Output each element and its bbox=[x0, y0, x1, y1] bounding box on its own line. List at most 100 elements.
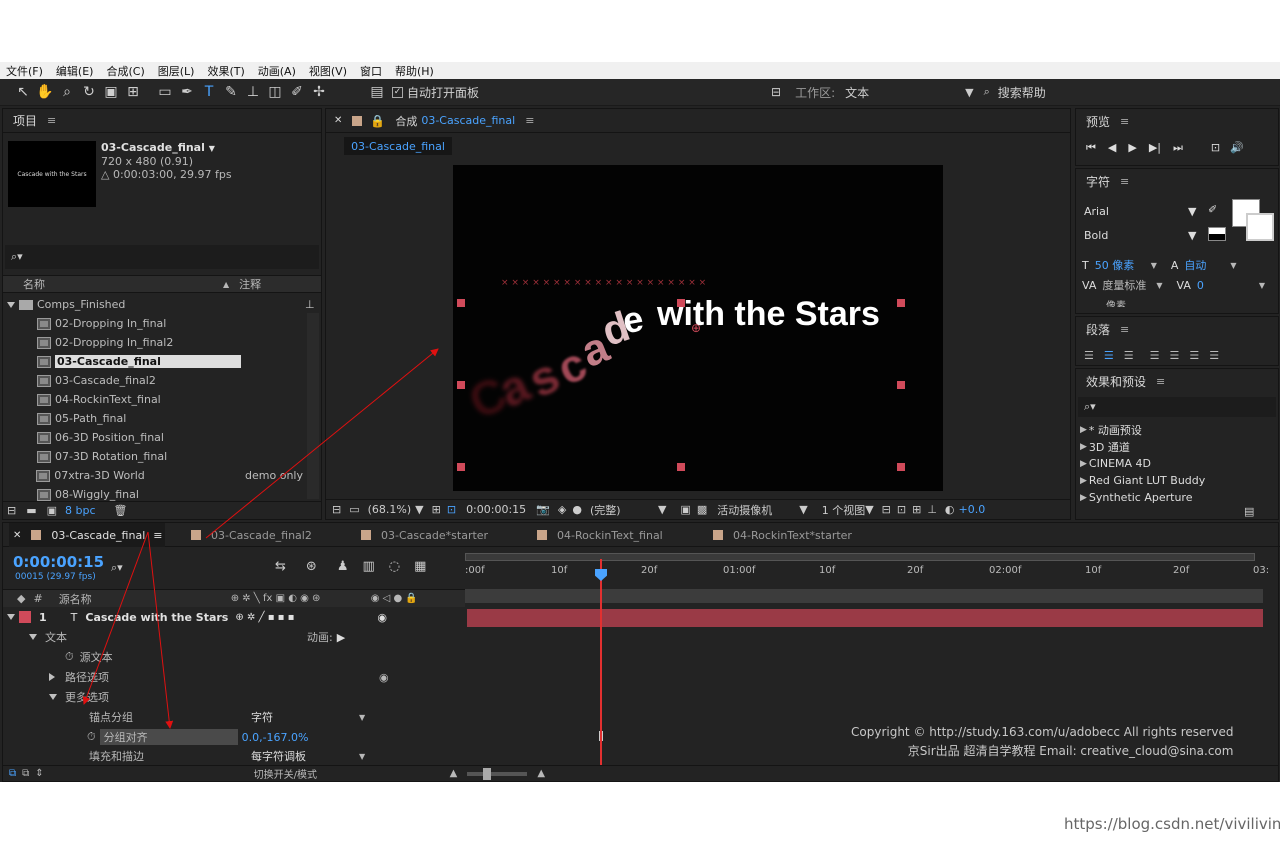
menu-view[interactable]: 视图(V) bbox=[309, 63, 347, 79]
stroke-color-swatch[interactable] bbox=[1246, 213, 1274, 241]
paragraph-title[interactable]: 段落 bbox=[1086, 321, 1110, 338]
folder-row[interactable]: Comps_Finished ⊥ bbox=[3, 295, 321, 314]
views-dropdown[interactable]: 1 个视图 bbox=[822, 502, 866, 518]
transparency-icon[interactable]: ▩ bbox=[697, 503, 707, 516]
col-comment[interactable]: 注释 bbox=[239, 276, 261, 292]
timeline-tab[interactable]: 04-RockinText*starter bbox=[713, 523, 852, 547]
exposure-icon[interactable]: ◐ bbox=[945, 503, 955, 516]
leading-value[interactable]: 自动 bbox=[1184, 257, 1230, 273]
anchor-group-dropdown[interactable]: 字符 bbox=[251, 709, 359, 725]
panel-menu-icon[interactable]: ≡ bbox=[1120, 323, 1129, 336]
project-item[interactable]: 04-RockinText_final bbox=[3, 390, 303, 409]
project-title[interactable]: 项目 bbox=[13, 112, 37, 129]
selection-tool-icon[interactable]: ↖ bbox=[12, 81, 34, 103]
frame-blend-icon[interactable]: ▥ bbox=[362, 559, 374, 574]
pan-behind-tool-icon[interactable]: ⊞ bbox=[122, 81, 144, 103]
chevron-down-icon[interactable]: ▼ bbox=[359, 713, 365, 722]
pen-tool-icon[interactable]: ✒ bbox=[176, 81, 198, 103]
chevron-down-icon[interactable]: ▼ bbox=[359, 752, 365, 761]
bbox-handle[interactable] bbox=[897, 463, 905, 471]
layer-switches[interactable]: ⊕ ✲ ╱ ▪ ▪ ▪ bbox=[235, 612, 377, 623]
search-help-label[interactable]: 搜索帮助 bbox=[998, 84, 1046, 101]
zoom-slider-knob[interactable] bbox=[483, 767, 492, 780]
workspace-dropdown[interactable]: 文本 bbox=[845, 84, 965, 101]
stroke-width-value[interactable]: 像素 bbox=[1106, 297, 1126, 307]
exposure-value[interactable]: +0.0 bbox=[959, 503, 986, 516]
comp-flow-icon[interactable]: ⧉ bbox=[22, 768, 29, 779]
search-icon[interactable]: ⌕ bbox=[984, 85, 990, 99]
zoom-tool-icon[interactable]: ⌕ bbox=[56, 81, 78, 103]
layout-icon[interactable]: ⊟ bbox=[882, 503, 891, 516]
search-icon[interactable]: ⌕▾ bbox=[111, 561, 123, 575]
pixel-icon[interactable]: ⊡ bbox=[897, 503, 906, 516]
collapse-icon[interactable] bbox=[49, 673, 55, 681]
layer-name[interactable]: Cascade with the Stars bbox=[85, 611, 235, 624]
effects-category[interactable]: ▶ Red Giant LUT Buddy bbox=[1076, 472, 1205, 489]
keyframe-marker[interactable] bbox=[599, 731, 603, 741]
grid-icon[interactable]: ⊞ bbox=[432, 503, 441, 516]
chevron-down-icon[interactable]: ▼ bbox=[1151, 261, 1157, 270]
source-text-row[interactable]: ⏱ 源文本 bbox=[3, 647, 465, 667]
panel-menu-icon[interactable]: ≡ bbox=[153, 529, 162, 542]
next-frame-icon[interactable]: ▶| bbox=[1149, 141, 1161, 155]
justify-center-icon[interactable]: ☰ bbox=[1170, 349, 1180, 362]
roto-brush-icon[interactable]: ✐ bbox=[286, 81, 308, 103]
menu-window[interactable]: 窗口 bbox=[360, 63, 382, 79]
project-item[interactable]: 02-Dropping In_final2 bbox=[3, 333, 303, 352]
timecode-display[interactable]: 0:00:00:15 bbox=[466, 503, 526, 516]
eye-icon[interactable]: ◉ bbox=[377, 611, 387, 624]
tracking-value[interactable]: 0 bbox=[1197, 279, 1259, 292]
mask-icon[interactable]: ⊡ bbox=[447, 503, 456, 516]
close-icon[interactable]: ✕ bbox=[13, 530, 21, 541]
character-title[interactable]: 字符 bbox=[1086, 173, 1110, 190]
bbox-handle[interactable] bbox=[457, 463, 465, 471]
layer-icon[interactable]: ⧉ bbox=[9, 768, 16, 779]
monitor-icon[interactable]: ▭ bbox=[349, 503, 359, 516]
timeline-tab[interactable]: ✕ 03-Cascade_final ≡ bbox=[9, 523, 165, 547]
panel-icon[interactable]: ▤ bbox=[366, 81, 388, 103]
switch-mode-toggle[interactable]: 切换开关/模式 bbox=[254, 766, 450, 781]
viewer-tab[interactable]: 03-Cascade_final bbox=[344, 137, 452, 155]
effects-search[interactable]: ⌕▾ bbox=[1078, 397, 1276, 417]
font-size-value[interactable]: 50 像素 bbox=[1095, 257, 1151, 273]
collapse-icon[interactable]: ▶ bbox=[1080, 425, 1087, 435]
more-options-row[interactable]: 更多选项 bbox=[3, 687, 465, 707]
lock-icon[interactable]: 🔒 bbox=[370, 114, 385, 128]
timeline-tab[interactable]: 04-RockinText_final bbox=[537, 523, 663, 547]
graph-editor-icon[interactable]: ▦ bbox=[414, 559, 426, 574]
menu-effect[interactable]: 效果(T) bbox=[207, 63, 244, 79]
flowchart-icon[interactable]: ⊥ bbox=[927, 503, 937, 516]
menu-animation[interactable]: 动画(A) bbox=[258, 63, 296, 79]
timeline-tab[interactable]: 03-Cascade_final2 bbox=[191, 523, 312, 547]
menu-help[interactable]: 帮助(H) bbox=[395, 63, 434, 79]
expand-icon[interactable] bbox=[29, 634, 37, 640]
channel-icon[interactable]: ◈ bbox=[558, 503, 566, 516]
project-item[interactable]: 02-Dropping In_final bbox=[3, 314, 303, 333]
layer-bar[interactable] bbox=[467, 609, 1263, 627]
workspace-icon[interactable]: ⊟ bbox=[771, 85, 781, 99]
fast-preview-icon[interactable]: ⊞ bbox=[912, 503, 921, 516]
draft-3d-icon[interactable]: ⊛ bbox=[306, 559, 317, 574]
justify-left-icon[interactable]: ☰ bbox=[1150, 349, 1160, 362]
chevron-down-icon[interactable]: ▼ bbox=[799, 503, 807, 516]
motion-blur-icon[interactable]: ◌ bbox=[389, 559, 400, 574]
zoom-in-icon[interactable]: ▲ bbox=[537, 768, 545, 779]
menu-layer[interactable]: 图层(L) bbox=[158, 63, 195, 79]
chevron-down-icon[interactable]: ▼ bbox=[1230, 261, 1236, 270]
new-comp-icon[interactable]: ▣ bbox=[47, 504, 57, 517]
new-folder-icon[interactable]: ▬ bbox=[26, 504, 36, 517]
project-item[interactable]: 03-Cascade_final bbox=[3, 352, 303, 371]
expand-icon[interactable] bbox=[7, 614, 15, 620]
eye-icon[interactable]: ◉ bbox=[379, 671, 389, 684]
eraser-tool-icon[interactable]: ◫ bbox=[264, 81, 286, 103]
chevron-down-icon[interactable]: ▼ bbox=[1156, 281, 1162, 290]
time-ruler[interactable]: :00f 10f 20f 01:00f 10f 20f 02:00f 10f 20f 03: bbox=[465, 565, 1269, 591]
style-dropdown[interactable]: Bold ▼ bbox=[1084, 229, 1196, 242]
collapse-icon[interactable]: ▶ bbox=[1080, 476, 1087, 486]
chevron-down-icon[interactable]: ▼ bbox=[658, 503, 666, 516]
anchor-group-row[interactable]: 锚点分组 字符 ▼ bbox=[3, 707, 465, 727]
collapse-icon[interactable]: ▶ bbox=[1080, 493, 1087, 503]
effects-category[interactable]: ▶ 3D 通道 bbox=[1076, 438, 1130, 455]
zoom-slider[interactable] bbox=[467, 767, 528, 780]
project-item[interactable]: 05-Path_final bbox=[3, 409, 303, 428]
